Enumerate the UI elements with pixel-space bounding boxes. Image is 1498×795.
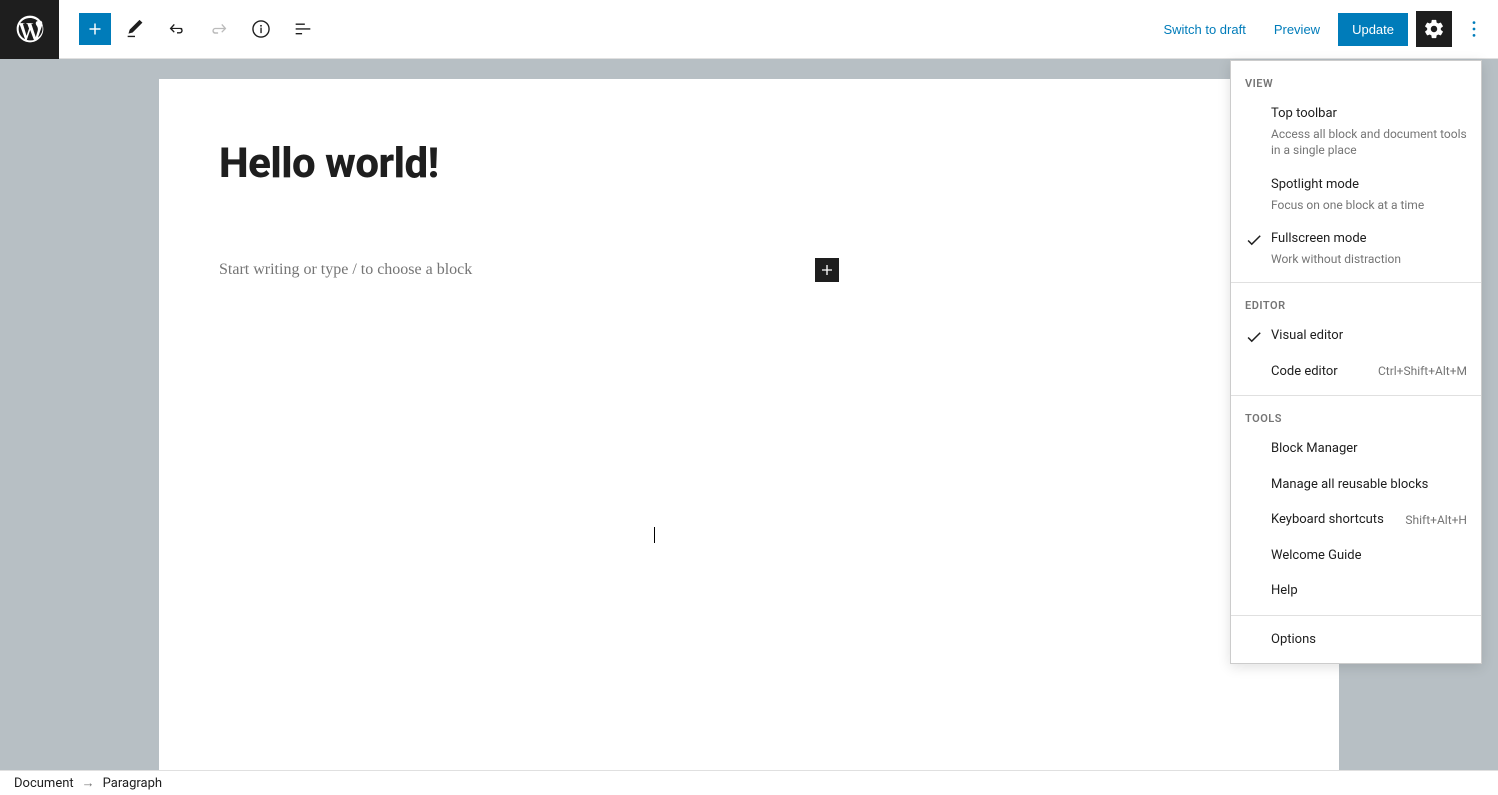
- undo-button[interactable]: [159, 11, 195, 47]
- menu-item-visual-editor[interactable]: Visual editor: [1231, 318, 1481, 354]
- edit-mode-button[interactable]: [117, 11, 153, 47]
- dots-vertical-icon: [1463, 18, 1485, 40]
- breadcrumb-document[interactable]: Document: [14, 776, 74, 791]
- update-button[interactable]: Update: [1338, 13, 1408, 46]
- plus-icon: [817, 260, 837, 280]
- menu-section-options: Options: [1231, 616, 1481, 664]
- inline-add-button[interactable]: [815, 258, 839, 282]
- wordpress-icon: [14, 13, 46, 45]
- header-left: [0, 0, 321, 58]
- breadcrumb: Document → Paragraph: [0, 770, 1498, 795]
- list-icon: [292, 18, 314, 40]
- undo-icon: [166, 18, 188, 40]
- menu-item-spotlight-mode[interactable]: Spotlight modeFocus on one block at a ti…: [1231, 167, 1481, 221]
- switch-draft-button[interactable]: Switch to draft: [1153, 14, 1255, 45]
- pencil-icon: [124, 18, 146, 40]
- info-icon: [250, 18, 272, 40]
- editor-header: Switch to draft Preview Update: [0, 0, 1498, 59]
- section-label: Tools: [1231, 402, 1481, 431]
- menu-section-tools: Tools Block ManagerManage all reusable b…: [1231, 396, 1481, 616]
- breadcrumb-paragraph[interactable]: Paragraph: [103, 776, 162, 791]
- paragraph-block[interactable]: Start writing or type / to choose a bloc…: [219, 258, 839, 282]
- arrow-icon: →: [82, 775, 95, 791]
- menu-item-manage-all-reusable-blocks[interactable]: Manage all reusable blocks: [1231, 467, 1481, 503]
- menu-item-top-toolbar[interactable]: Top toolbarAccess all block and document…: [1231, 96, 1481, 167]
- more-menu-button[interactable]: [1460, 11, 1488, 47]
- more-menu-dropdown: View Top toolbarAccess all block and doc…: [1230, 60, 1482, 664]
- menu-item-welcome-guide[interactable]: Welcome Guide: [1231, 538, 1481, 574]
- redo-button[interactable]: [201, 11, 237, 47]
- menu-section-editor: Editor Visual editorCode editorCtrl+Shif…: [1231, 283, 1481, 397]
- menu-item-fullscreen-mode[interactable]: Fullscreen modeWork without distraction: [1231, 221, 1481, 275]
- wp-logo-button[interactable]: [0, 0, 59, 59]
- toolbar-group: [79, 11, 321, 47]
- editor-canvas[interactable]: Hello world! Start writing or type / to …: [159, 79, 1339, 770]
- settings-button[interactable]: [1416, 11, 1452, 47]
- outline-button[interactable]: [285, 11, 321, 47]
- plus-icon: [84, 18, 106, 40]
- section-label: View: [1231, 67, 1481, 96]
- menu-item-options[interactable]: Options: [1231, 622, 1481, 658]
- redo-icon: [208, 18, 230, 40]
- header-right: Switch to draft Preview Update: [1153, 11, 1498, 47]
- menu-item-help[interactable]: Help: [1231, 573, 1481, 609]
- add-block-button[interactable]: [79, 13, 111, 45]
- section-label: Editor: [1231, 289, 1481, 318]
- menu-item-block-manager[interactable]: Block Manager: [1231, 431, 1481, 467]
- post-title[interactable]: Hello world!: [219, 139, 1279, 188]
- info-button[interactable]: [243, 11, 279, 47]
- menu-item-code-editor[interactable]: Code editorCtrl+Shift+Alt+M: [1231, 354, 1481, 390]
- text-cursor: [654, 527, 655, 543]
- menu-item-keyboard-shortcuts[interactable]: Keyboard shortcutsShift+Alt+H: [1231, 502, 1481, 538]
- block-placeholder: Start writing or type / to choose a bloc…: [219, 261, 472, 279]
- preview-button[interactable]: Preview: [1264, 14, 1330, 45]
- gear-icon: [1423, 18, 1445, 40]
- menu-section-view: View Top toolbarAccess all block and doc…: [1231, 61, 1481, 283]
